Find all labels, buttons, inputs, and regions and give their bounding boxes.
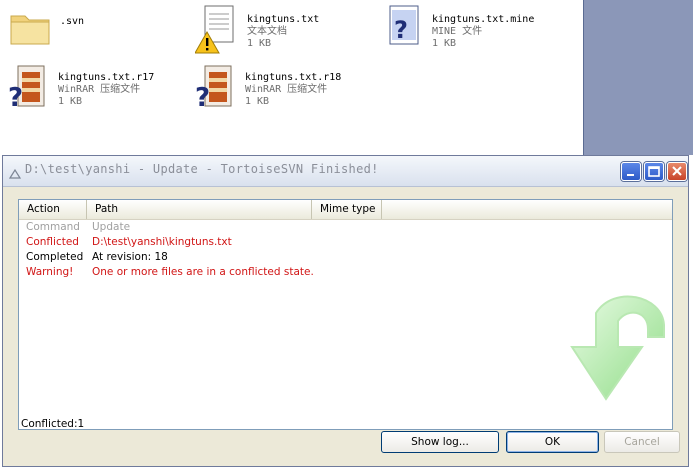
column-header-path[interactable]: Path (87, 200, 312, 219)
file-item-kingtuns-txt[interactable]: kingtuns.txt 文本文档 1 KB (194, 4, 320, 54)
row-action: Completed (26, 251, 84, 263)
file-size: 1 KB (245, 96, 270, 107)
file-name: kingtuns.txt.r17 (58, 72, 155, 83)
file-type: 文本文档 (247, 26, 287, 37)
row-path: D:\test\yanshi\kingtuns.txt (92, 236, 232, 248)
status-conflicted-count: Conflicted:1 (21, 418, 85, 430)
desktop-background (584, 0, 693, 155)
update-results-list[interactable]: Action Path Mime type Command Update Con… (18, 199, 673, 430)
folder-icon (8, 6, 54, 56)
maximize-icon (648, 166, 660, 177)
svg-text:?: ? (8, 83, 23, 112)
show-log-button[interactable]: Show log... (381, 431, 499, 453)
row-path: At revision: 18 (92, 251, 168, 263)
explorer-file-view: .svn kingtuns.txt 文本文档 1 KB ? kingtuns.t… (0, 0, 584, 155)
row-action: Command (26, 221, 80, 233)
winrar-file-icon: ? (6, 62, 52, 113)
unknown-file-icon: ? (380, 4, 426, 54)
column-header-mime-type[interactable]: Mime type (312, 200, 382, 219)
row-action: Conflicted (26, 236, 79, 248)
row-path: Update (92, 221, 131, 233)
file-type: WinRAR 压缩文件 (58, 84, 141, 95)
file-name: kingtuns.txt.r18 (245, 72, 342, 83)
dialog-title: D:\test\yanshi - Update - TortoiseSVN Fi… (25, 162, 379, 176)
conflict-text-file-icon (194, 4, 241, 54)
file-size: 1 KB (58, 96, 83, 107)
svg-text:?: ? (195, 83, 210, 112)
list-header: Action Path Mime type (19, 200, 672, 220)
file-item-kingtuns-txt-r17[interactable]: ? kingtuns.txt.r17 WinRAR 压缩文件 1 KB (6, 62, 155, 113)
update-dialog: D:\test\yanshi - Update - TortoiseSVN Fi… (2, 155, 689, 467)
row-action: Warning! (26, 266, 74, 278)
file-size: 1 KB (247, 38, 272, 49)
minimize-icon (627, 174, 634, 176)
file-type: MINE 文件 (432, 26, 483, 37)
minimize-button[interactable] (621, 162, 641, 181)
tortoisesvn-app-icon (8, 165, 22, 184)
dialog-titlebar[interactable]: D:\test\yanshi - Update - TortoiseSVN Fi… (3, 156, 688, 187)
ok-button[interactable]: OK (506, 431, 599, 453)
file-name: kingtuns.txt (247, 14, 320, 25)
file-item-kingtuns-txt-r18[interactable]: ? kingtuns.txt.r18 WinRAR 压缩文件 1 KB (193, 62, 342, 113)
file-type: WinRAR 压缩文件 (245, 84, 328, 95)
cancel-button[interactable]: Cancel (604, 431, 680, 453)
file-size: 1 KB (432, 38, 457, 49)
close-button[interactable] (667, 162, 687, 181)
file-name: kingtuns.txt.mine (432, 14, 535, 25)
file-item-svn[interactable]: .svn (8, 6, 84, 56)
update-finished-arrow-icon (570, 295, 665, 401)
svg-text:?: ? (394, 16, 408, 44)
row-path: One or more files are in a conflicted st… (92, 266, 314, 278)
column-header-action[interactable]: Action (19, 200, 87, 219)
file-item-kingtuns-txt-mine[interactable]: ? kingtuns.txt.mine MINE 文件 1 KB (380, 4, 534, 54)
winrar-file-icon: ? (193, 62, 239, 113)
file-name: .svn (60, 16, 85, 27)
close-icon (672, 166, 682, 176)
maximize-button[interactable] (644, 162, 664, 181)
